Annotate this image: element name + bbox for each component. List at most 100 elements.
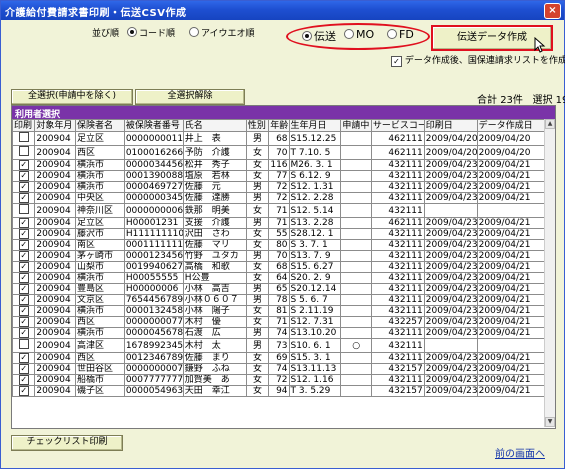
cell-apply — [340, 203, 372, 218]
cell-svc: 432111 — [370, 181, 425, 193]
cell-name: 予防 介護 — [182, 145, 247, 160]
cell-age: 77 — [268, 170, 290, 182]
checkbox-icon: ✓ — [18, 364, 29, 374]
row-print-checkbox[interactable]: ✓ — [12, 250, 36, 262]
row-print-checkbox[interactable] — [12, 145, 36, 160]
row-print-checkbox[interactable]: ✓ — [12, 363, 36, 375]
table-row[interactable]: ✓ 200904 横浜市 H00055555 H公豊女 64 S20. 2. 9 432111… — [12, 272, 555, 284]
table-row[interactable]: ✓ 200904 横浜市 0000469727 佐藤 元男 72 S12. 1.31 4321… — [12, 181, 555, 193]
table-row[interactable]: 200904 神奈川区 0000000006 鉄那 明美女 71 S12. 5.14 432… — [12, 203, 555, 218]
deselect-all-button[interactable]: 全選択解除 — [135, 89, 245, 105]
print-checklist-button[interactable]: チェックリスト印刷 — [11, 435, 123, 451]
cell-svc: 432111 — [370, 338, 425, 353]
table-row[interactable]: ✓ 200904 磯子区 0000054963 天田 幸江女 94 T 3. 5.29 432… — [12, 385, 555, 397]
row-print-checkbox[interactable]: ✓ — [12, 272, 36, 284]
row-print-checkbox[interactable]: ✓ — [12, 170, 36, 182]
sort-radio-code[interactable]: コード順 — [127, 26, 175, 39]
table-row[interactable]: ✓ 200904 山梨市 0019940627 高橋 和歌女 68 S15. 6.27 432… — [12, 261, 555, 273]
cell-created: 2009/04/21 — [476, 363, 555, 375]
checkbox-icon: ✓ — [18, 375, 29, 385]
row-print-checkbox[interactable]: ✓ — [12, 374, 36, 386]
row-print-checkbox[interactable] — [12, 131, 36, 146]
table-row[interactable]: ✓ 200904 横浜市 0001390088 塩原 若林女 77 S 6.12. 9 432… — [12, 170, 555, 182]
cell-printed — [423, 338, 478, 353]
cell-age: 78 — [268, 294, 290, 306]
row-print-checkbox[interactable]: ✓ — [12, 159, 36, 171]
cell-name: 沢田 さわ — [182, 228, 247, 240]
back-link[interactable]: 前の画面へ — [495, 445, 545, 460]
cell-age: 72 — [268, 192, 290, 204]
row-print-checkbox[interactable]: ✓ — [12, 261, 36, 273]
row-print-checkbox[interactable]: ✓ — [12, 228, 36, 240]
media-radio-fd[interactable]: FD — [387, 28, 414, 41]
row-print-checkbox[interactable]: ✓ — [12, 181, 36, 193]
table-row[interactable]: 200904 足立区 0000000011 井上 表男 68 S15.12.25 46211… — [12, 131, 555, 146]
column-header: 印刷 — [12, 119, 36, 132]
row-print-checkbox[interactable]: ✓ — [12, 385, 36, 397]
table-row[interactable]: 200904 高津区 1678992345 木村 太男 73 S10. 6. 1 ○ 4321… — [12, 338, 555, 353]
cell-insurer: 中央区 — [75, 192, 125, 204]
row-print-checkbox[interactable]: ✓ — [12, 192, 36, 204]
row-print-checkbox[interactable]: ✓ — [12, 294, 36, 306]
row-print-checkbox[interactable]: ✓ — [12, 217, 36, 229]
checkbox-icon: ✓ — [18, 317, 29, 327]
sort-radio-aiueo[interactable]: アイウエオ順 — [189, 26, 255, 39]
row-print-checkbox[interactable]: ✓ — [12, 316, 36, 328]
table-row[interactable]: ✓ 200904 文京区 7654456789 小林０６０７ 男 78 S 5. 6. 7 43… — [12, 294, 555, 306]
close-button[interactable]: × — [544, 3, 561, 19]
checkbox-icon: ✓ — [18, 251, 29, 261]
cell-sex: 女 — [245, 159, 270, 171]
table-row[interactable]: 200904 西区 0100016266 予防 介護女 70 T 7.10. 5 46211… — [12, 145, 555, 160]
user-table: 印刷対象年月保険者名被保険者番号氏名性別年齢生年月日申請中サービスコード印刷日デ… — [12, 119, 555, 397]
cell-apply — [340, 363, 372, 375]
row-print-checkbox[interactable] — [12, 338, 36, 353]
cell-name: 木村 優 — [182, 316, 247, 328]
grid-scrollbar[interactable]: ▲ ▼ — [544, 119, 555, 427]
table-row[interactable]: ✓ 200904 世田谷区 0000000007 鎌野 ふね女 74 S13.11.13 43… — [12, 363, 555, 375]
cell-sex: 男 — [245, 327, 270, 339]
cell-svc: 462111 — [370, 217, 425, 229]
cell-ym: 200904 — [34, 352, 77, 364]
cell-no: 0000054963 — [123, 385, 184, 397]
table-row[interactable]: ✓ 200904 横浜市 0000045678 石渡 広男 74 S13.10.20 4321… — [12, 327, 555, 339]
cell-apply — [340, 217, 372, 229]
cell-sex: 女 — [245, 228, 270, 240]
table-row[interactable]: ✓ 200904 西区 0012346789 佐藤 まり女 69 S15. 3. 1 4321… — [12, 352, 555, 364]
cell-sex: 男 — [245, 283, 270, 295]
table-row[interactable]: ✓ 200904 船橋市 0007777777 加賀美 あ女 72 S12. 1.16 432… — [12, 374, 555, 386]
table-row[interactable]: ✓ 200904 藤沢市 H111111110 沢田 さわ女 55 S28.12. 1 432… — [12, 228, 555, 240]
cell-insurer: 磯子区 — [75, 385, 125, 397]
table-row[interactable]: ✓ 200904 西区 0000000077 木村 優女 71 S12. 7.31 43225… — [12, 316, 555, 328]
row-print-checkbox[interactable]: ✓ — [12, 352, 36, 364]
row-print-checkbox[interactable]: ✓ — [12, 305, 36, 317]
table-row[interactable]: ✓ 200904 横浜市 0000132458 小林 陽子女 81 S 2.11.19 432… — [12, 305, 555, 317]
row-print-checkbox[interactable]: ✓ — [12, 283, 36, 295]
scroll-down-icon[interactable]: ▼ — [545, 417, 555, 427]
cell-age: 65 — [268, 283, 290, 295]
row-print-checkbox[interactable]: ✓ — [12, 239, 36, 251]
cell-ym: 200904 — [34, 217, 77, 229]
table-row[interactable]: ✓ 200904 茅ヶ崎市 0000123456 竹野 ユタカ男 70 S13. 7. 9 4… — [12, 250, 555, 262]
table-row[interactable]: ✓ 200904 豊島区 H00000006 小林 高吉男 65 S20.12.14 4321… — [12, 283, 555, 295]
cell-birth: S12. 5.14 — [288, 203, 342, 218]
cell-name: 高橋 和歌 — [182, 261, 247, 273]
table-row[interactable]: ✓ 200904 南区 0001111111 佐藤 マリ女 80 S 3. 7. 1 4321… — [12, 239, 555, 251]
cell-no: H00001231 — [123, 217, 184, 229]
cell-apply — [340, 250, 372, 262]
table-row[interactable]: ✓ 200904 横浜市 0000034456 松井 秀子女 116 M26. 3. 1 43… — [12, 159, 555, 171]
cell-printed: 2009/04/23 — [423, 228, 478, 240]
cell-svc: 432111 — [370, 272, 425, 284]
cell-no: 0019940627 — [123, 261, 184, 273]
table-row[interactable]: ✓ 200904 足立区 H00001231 支援 介護男 71 S13. 2.28 4621… — [12, 217, 555, 229]
cell-ym: 200904 — [34, 272, 77, 284]
media-radio-mo[interactable]: MO — [344, 28, 374, 41]
cell-insurer: 横浜市 — [75, 170, 125, 182]
media-radio-transmit[interactable]: 伝送 — [302, 28, 336, 44]
scroll-up-icon[interactable]: ▲ — [545, 119, 555, 129]
option-after-create[interactable]: ✓ データ作成後、国保連請求リストを作成 — [391, 53, 565, 67]
row-print-checkbox[interactable]: ✓ — [12, 327, 36, 339]
cell-insurer: 神奈川区 — [75, 203, 125, 218]
table-row[interactable]: ✓ 200904 中央区 0000000345 佐藤 達勝男 72 S12. 2.28 432… — [12, 192, 555, 204]
select-all-button[interactable]: 全選択(申請中を除く) — [11, 89, 133, 105]
row-print-checkbox[interactable] — [12, 203, 36, 218]
